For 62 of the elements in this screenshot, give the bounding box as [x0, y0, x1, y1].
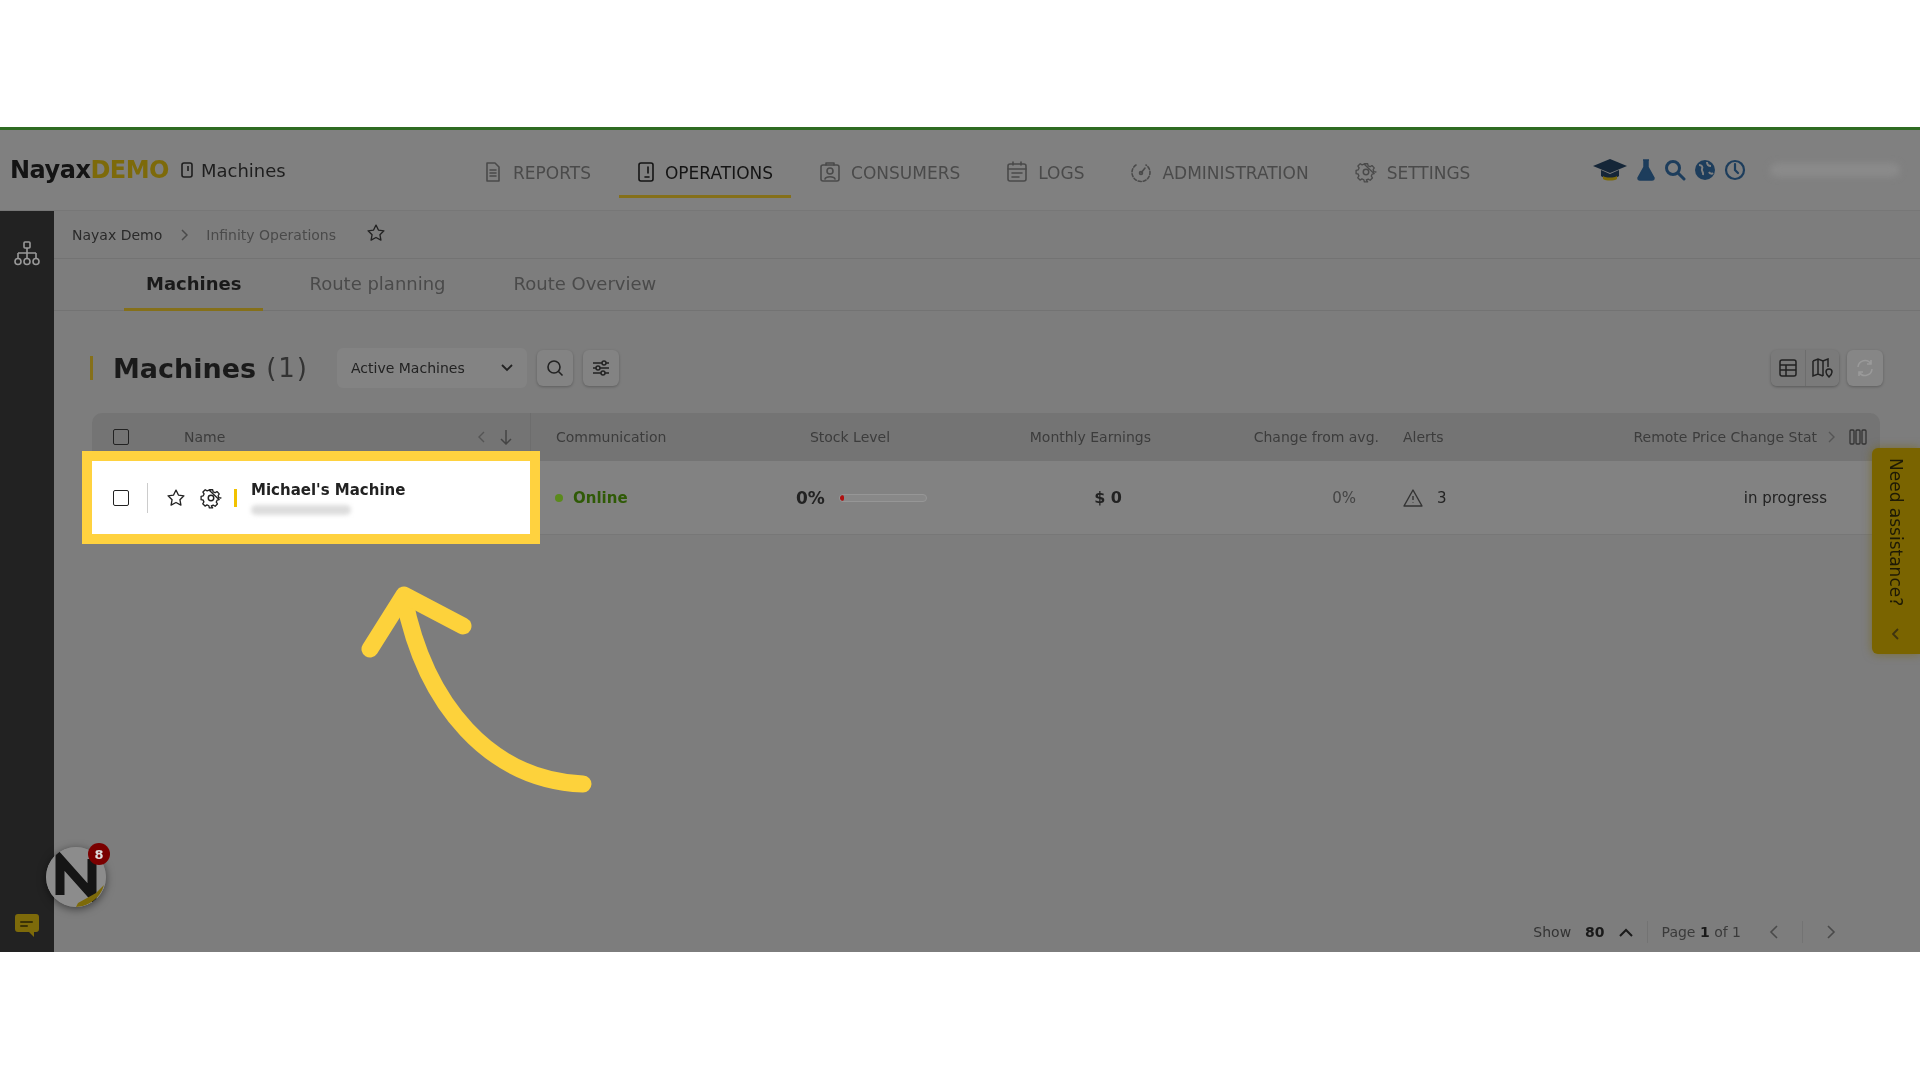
chevron-down-icon: [501, 364, 514, 372]
filter-dropdown[interactable]: Active Machines: [337, 348, 528, 388]
previous-page-icon[interactable]: [1769, 925, 1778, 939]
map-view-button[interactable]: [1805, 350, 1839, 386]
settings-icon: [1354, 161, 1377, 183]
table-cell-text: $ 0: [1093, 488, 1123, 507]
chevron-right-icon: [180, 228, 189, 241]
page-indicator: Page 1 of 1: [1661, 924, 1741, 940]
page-title: Machines: [201, 159, 286, 181]
chevron-left-icon: [1892, 628, 1900, 640]
select-all-checkbox[interactable]: [113, 429, 129, 445]
device-icon: [181, 162, 193, 178]
assistance-tab[interactable]: Need assistance?: [1872, 448, 1920, 654]
sliders-icon: [592, 359, 611, 377]
calendar-icon: [1006, 161, 1029, 183]
section-title: Machines: [113, 352, 257, 384]
column-header[interactable]: Remote Price Change Stat: [1633, 429, 1817, 445]
column-header[interactable]: Change from avg.: [1170, 429, 1390, 445]
logo[interactable]: NayaxDEMO: [10, 156, 169, 184]
show-label: Show: [1533, 924, 1572, 940]
favorite-star-icon[interactable]: [366, 223, 387, 243]
warning-icon: [1403, 488, 1423, 507]
device-icon: [636, 161, 655, 183]
table-cell-text: in progress: [1742, 488, 1828, 507]
column-header[interactable]: Name: [184, 429, 226, 445]
page-size[interactable]: 80: [1585, 924, 1605, 940]
status-text: Online: [573, 488, 628, 507]
globe-icon[interactable]: [1694, 159, 1716, 181]
map-pin-icon: [1811, 358, 1834, 378]
sort-down-icon[interactable]: [500, 429, 512, 445]
column-header[interactable]: Stock Level: [760, 429, 980, 445]
table-cell-text: 0%: [1331, 488, 1357, 507]
machine-name[interactable]: Michael's Machine: [251, 480, 406, 499]
column-header[interactable]: Alerts: [1390, 429, 1560, 445]
machine-count: (1): [266, 353, 310, 383]
filter-settings-button[interactable]: [583, 350, 620, 386]
search-button[interactable]: [537, 350, 574, 386]
chat-icon[interactable]: [14, 912, 40, 938]
graduation-cap-icon[interactable]: [1592, 157, 1628, 183]
column-header[interactable]: Monthly Earnings: [980, 429, 1170, 445]
next-page-icon[interactable]: [1827, 925, 1836, 939]
table-view-button[interactable]: [1771, 350, 1805, 386]
page-tab[interactable]: Machines: [124, 259, 264, 311]
flask-icon[interactable]: [1636, 159, 1656, 181]
sitemap-icon[interactable]: [13, 241, 41, 267]
clock-icon[interactable]: [1724, 159, 1746, 181]
breadcrumb-link[interactable]: Nayax Demo: [72, 226, 163, 243]
nav-tab[interactable]: OPERATIONS: [618, 130, 792, 198]
search-icon: [546, 359, 565, 377]
gauge-icon: [1130, 161, 1153, 183]
search-icon[interactable]: [1664, 159, 1686, 181]
alert-count: 3: [1437, 488, 1447, 507]
person-icon: [819, 161, 842, 183]
columns-icon[interactable]: [1848, 429, 1867, 445]
chevron-up-icon[interactable]: [1618, 927, 1633, 937]
document-icon: [483, 161, 503, 183]
settings-icon: [200, 486, 222, 509]
favorite-star-icon[interactable]: [166, 487, 186, 508]
row-checkbox[interactable]: [113, 489, 129, 506]
stock-percent: 0%: [796, 487, 825, 508]
notification-badge: 8: [88, 843, 110, 865]
table-icon: [1778, 358, 1798, 378]
